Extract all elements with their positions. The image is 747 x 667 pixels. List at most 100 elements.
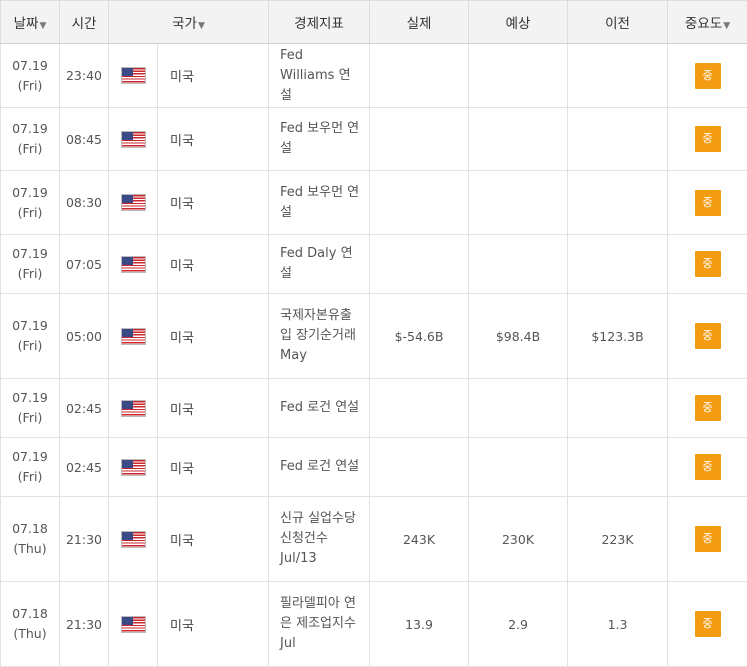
sort-arrow-icon: ▼ (39, 21, 47, 31)
header-row: 날짜▼ 시간 국가▼ 경제지표 실제 예상 이전 중요도▼ (0, 0, 747, 44)
sort-importance-header[interactable]: 중요도▼ (667, 0, 747, 44)
importance-badge: 중 (694, 62, 721, 89)
previous-header: 이전 (567, 0, 669, 44)
previous-cell (567, 437, 669, 497)
forecast-cell: 2.9 (468, 581, 569, 667)
date-text: 07.18 (12, 521, 48, 536)
date-cell: 07.19 (Fri) (0, 43, 60, 108)
importance-cell: 중 (667, 581, 747, 667)
us-flag-icon (120, 615, 146, 633)
sort-date-header[interactable]: 날짜▼ (0, 0, 60, 44)
flag-cell (108, 293, 158, 379)
us-flag-icon (120, 327, 146, 345)
importance-cell: 중 (667, 437, 747, 497)
weekday-text: (Fri) (17, 77, 43, 93)
date-text: 07.18 (12, 606, 48, 621)
us-flag-icon (120, 130, 146, 148)
table-row[interactable]: 07.19 (Fri) 23:40 미국 Fed Williams 연설 중 (0, 43, 747, 108)
actual-cell (369, 170, 470, 235)
date-cell: 07.18 (Thu) (0, 581, 60, 667)
date-cell: 07.19 (Fri) (0, 378, 60, 438)
forecast-header: 예상 (468, 0, 569, 44)
forecast-cell (468, 437, 569, 497)
country-cell: 미국 (157, 378, 270, 438)
importance-badge: 중 (694, 251, 721, 277)
importance-badge: 중 (694, 126, 721, 152)
us-flag-icon (120, 255, 146, 273)
date-text: 07.19 (12, 390, 48, 405)
previous-cell (567, 170, 669, 235)
sort-arrow-icon: ▼ (723, 21, 731, 31)
actual-cell: 13.9 (369, 581, 470, 667)
weekday-text: (Thu) (13, 541, 47, 556)
sort-country-header[interactable]: 국가▼ (108, 0, 270, 44)
importance-badge: 중 (694, 611, 721, 637)
previous-cell: 223K (567, 496, 669, 582)
time-cell: 02:45 (59, 378, 109, 438)
time-cell: 21:30 (59, 581, 109, 667)
flag-cell (108, 378, 158, 438)
weekday-text: (Fri) (17, 266, 43, 281)
time-cell: 02:45 (59, 437, 109, 497)
table-row[interactable]: 07.19 (Fri) 02:45 미국 Fed 로건 연설 중 (0, 378, 747, 438)
forecast-cell: 230K (468, 496, 569, 582)
date-cell: 07.19 (Fri) (0, 437, 60, 497)
date-cell: 07.19 (Fri) (0, 234, 60, 294)
time-header: 시간 (59, 0, 109, 44)
weekday-text: (Fri) (17, 338, 43, 353)
table-row[interactable]: 07.19 (Fri) 07:05 미국 Fed Daly 연설 중 (0, 234, 747, 294)
actual-cell: $-54.6B (369, 293, 470, 379)
table-row[interactable]: 07.19 (Fri) 08:45 미국 Fed 보우먼 연설 중 (0, 107, 747, 171)
flag-cell (108, 437, 158, 497)
previous-cell: $123.3B (567, 293, 669, 379)
us-flag-icon (120, 194, 146, 211)
previous-cell (567, 378, 669, 438)
importance-cell: 중 (667, 170, 747, 235)
forecast-cell (468, 43, 569, 108)
date-text: 07.19 (12, 57, 48, 73)
table-row[interactable]: 07.18 (Thu) 21:30 미국 필라델피아 연은 제조업지수 Jul 13.9 2… (0, 581, 747, 667)
previous-cell: 1.3 (567, 581, 669, 667)
time-cell: 21:30 (59, 496, 109, 582)
flag-cell (108, 107, 158, 171)
importance-badge: 중 (694, 323, 721, 349)
time-cell: 07:05 (59, 234, 109, 294)
table-row[interactable]: 07.19 (Fri) 08:30 미국 Fed 보우먼 연설 중 (0, 170, 747, 235)
importance-cell: 중 (667, 107, 747, 171)
actual-header: 실제 (369, 0, 470, 44)
sort-arrow-icon: ▼ (197, 21, 205, 31)
time-cell: 08:30 (59, 170, 109, 235)
flag-cell (108, 43, 158, 108)
actual-cell (369, 43, 470, 108)
actual-cell (369, 234, 470, 294)
importance-badge: 중 (694, 395, 721, 421)
actual-cell (369, 107, 470, 171)
table-row[interactable]: 07.19 (Fri) 05:00 미국 국제자본유출입 장기순거래 May $-54.6… (0, 293, 747, 379)
weekday-text: (Thu) (13, 626, 47, 641)
indicator-cell: 국제자본유출입 장기순거래 May (268, 293, 371, 379)
flag-cell (108, 170, 158, 235)
date-text: 07.19 (12, 246, 48, 261)
us-flag-icon (120, 530, 146, 548)
indicator-cell: Fed 로건 연설 (268, 437, 371, 497)
date-cell: 07.19 (Fri) (0, 170, 60, 235)
country-cell: 미국 (157, 107, 270, 171)
weekday-text: (Fri) (17, 410, 43, 425)
forecast-cell (468, 107, 569, 171)
indicator-header: 경제지표 (268, 0, 371, 44)
date-text: 07.19 (12, 449, 48, 464)
table-row[interactable]: 07.18 (Thu) 21:30 미국 신규 실업수당 신청건수 Jul/13 243K… (0, 496, 747, 582)
indicator-cell: Fed Williams 연설 (268, 43, 371, 108)
country-cell: 미국 (157, 293, 270, 379)
actual-cell (369, 378, 470, 438)
table-row[interactable]: 07.19 (Fri) 02:45 미국 Fed 로건 연설 중 (0, 437, 747, 497)
indicator-cell: Fed 로건 연설 (268, 378, 371, 438)
us-flag-icon (120, 399, 146, 417)
date-cell: 07.19 (Fri) (0, 107, 60, 171)
importance-cell: 중 (667, 293, 747, 379)
date-cell: 07.18 (Thu) (0, 496, 60, 582)
importance-cell: 중 (667, 234, 747, 294)
country-cell: 미국 (157, 496, 270, 582)
time-cell: 08:45 (59, 107, 109, 171)
date-header-label: 날짜 (13, 16, 39, 32)
